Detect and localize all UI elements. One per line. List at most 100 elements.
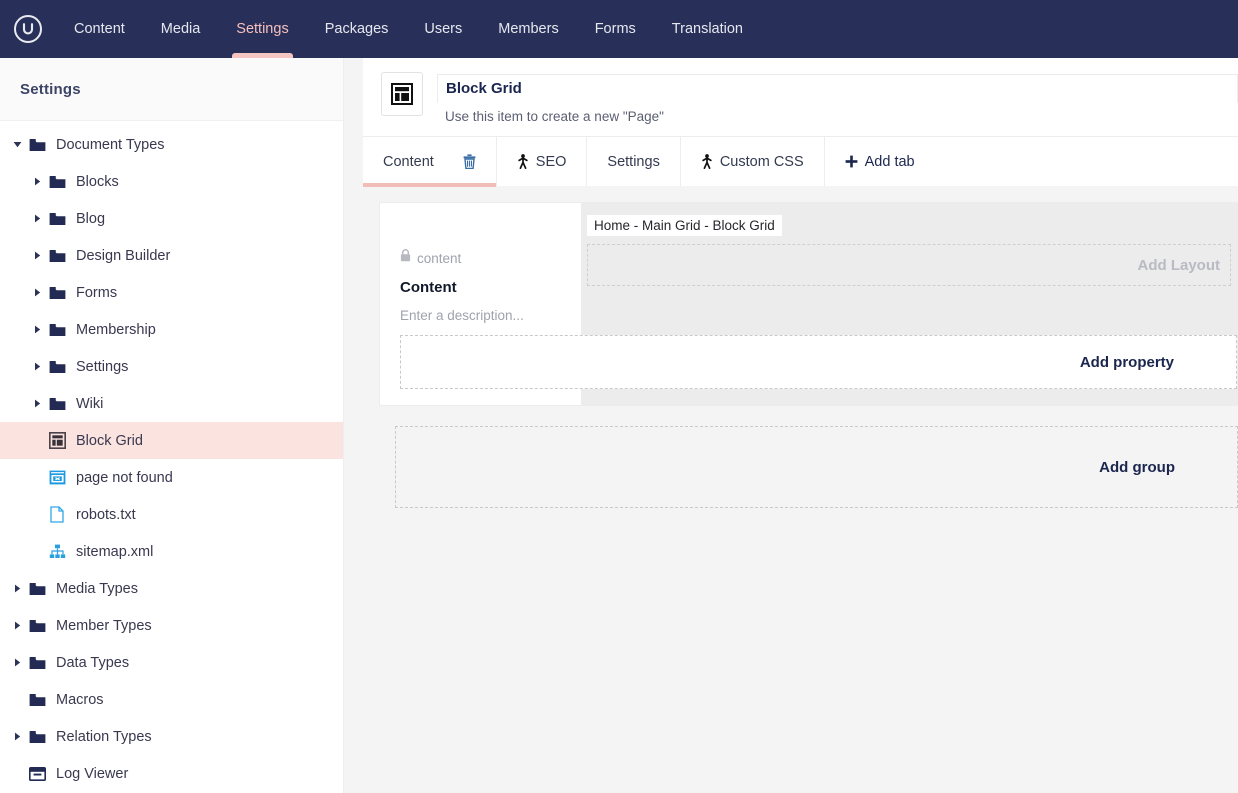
browser-window-error-icon: [44, 470, 70, 485]
nav-item-label: Translation: [671, 21, 743, 37]
tab-label: Add tab: [864, 153, 915, 170]
property-item-chip[interactable]: Home - Main Grid - Block Grid: [587, 215, 782, 236]
folder-icon: [44, 286, 70, 300]
group-alias: content: [417, 250, 462, 266]
chevron-right-icon[interactable]: [10, 644, 24, 681]
document-type-meta: Block Grid Use this item to create a new…: [437, 72, 1238, 124]
nav-item-members[interactable]: Members: [480, 0, 576, 58]
tab-label: Custom CSS: [719, 153, 804, 170]
nav-item-media[interactable]: Media: [143, 0, 219, 58]
nav-item-translation[interactable]: Translation: [654, 0, 761, 58]
log-viewer-icon: [24, 766, 50, 781]
tree-item-settings[interactable]: Settings: [0, 348, 343, 385]
layout-grid-icon[interactable]: [381, 72, 423, 116]
document-type-name-field[interactable]: Block Grid: [437, 74, 1238, 103]
folder-icon: [44, 360, 70, 374]
add-layout-dropzone[interactable]: Add Layout: [587, 244, 1231, 286]
tree-item-media-types[interactable]: Media Types: [0, 570, 343, 607]
chevron-right-icon[interactable]: [30, 348, 44, 385]
inherited-icon: [701, 154, 713, 169]
nav-item-label: Content: [74, 21, 125, 37]
delete-tab-icon[interactable]: [463, 154, 476, 169]
chevron-right-icon[interactable]: [30, 237, 44, 274]
inherited-icon: [517, 154, 529, 169]
tree-item-design-builder[interactable]: Design Builder: [0, 237, 343, 274]
umbraco-logo-button[interactable]: [0, 0, 56, 58]
folder-icon: [44, 397, 70, 411]
tree-item-blocks[interactable]: Blocks: [0, 163, 343, 200]
tree-item-page-not-found[interactable]: page not found: [0, 459, 343, 496]
add-layout-label: Add Layout: [1137, 256, 1221, 274]
chevron-right-icon[interactable]: [10, 570, 24, 607]
add-property-button[interactable]: Add property: [400, 335, 1237, 389]
sitemap-icon: [44, 544, 70, 559]
tab-label: SEO: [535, 153, 567, 170]
tree-item-sitemap-xml[interactable]: sitemap.xml: [0, 533, 343, 570]
folder-icon: [24, 730, 50, 744]
chevron-down-icon[interactable]: [10, 126, 24, 163]
tree-item-document-types[interactable]: Document Types: [0, 126, 343, 163]
add-tab-button[interactable]: Add tab: [825, 137, 935, 186]
nav-item-packages[interactable]: Packages: [307, 0, 407, 58]
tree-item-blog[interactable]: Blog: [0, 200, 343, 237]
nav-item-label: Packages: [324, 21, 389, 37]
top-navigation: Content Media Settings Packages Users Me…: [0, 0, 1238, 64]
chevron-right-icon[interactable]: [10, 718, 24, 755]
chevron-right-icon[interactable]: [30, 385, 44, 422]
tree-item-member-types[interactable]: Member Types: [0, 607, 343, 644]
tree-item-data-types[interactable]: Data Types: [0, 644, 343, 681]
document-type-header: Block Grid Use this item to create a new…: [363, 58, 1238, 136]
chevron-right-icon[interactable]: [10, 607, 24, 644]
tree-item-relation-types[interactable]: Relation Types: [0, 718, 343, 755]
tree-item-macros[interactable]: Macros: [0, 681, 343, 718]
tree-item-wiki[interactable]: Wiki: [0, 385, 343, 422]
folder-icon: [24, 619, 50, 633]
tree-item-robots-txt[interactable]: robots.txt: [0, 496, 343, 533]
tree-item-log-viewer[interactable]: Log Viewer: [0, 755, 343, 792]
tab-content[interactable]: Content: [363, 137, 497, 187]
lock-icon: [400, 249, 411, 267]
umbraco-logo-icon: [14, 15, 42, 43]
tree-item-label: Log Viewer: [56, 765, 129, 782]
tree-item-label: Settings: [76, 358, 129, 375]
tab-settings[interactable]: Settings: [587, 137, 681, 186]
document-type-description[interactable]: Use this item to create a new "Page": [437, 103, 1238, 124]
chevron-right-icon[interactable]: [30, 200, 44, 237]
tab-seo[interactable]: SEO: [497, 137, 588, 186]
tree-item-label: Forms: [76, 284, 118, 301]
layout-grid-icon: [44, 432, 70, 449]
chevron-right-icon[interactable]: [30, 311, 44, 348]
editor-tabs: Content SEO Settings Custom CSS Add tab: [363, 136, 1238, 187]
add-group-button[interactable]: Add group: [395, 426, 1238, 508]
tree-item-block-grid[interactable]: Block Grid: [0, 422, 343, 459]
tree-item-membership[interactable]: Membership: [0, 311, 343, 348]
plus-icon: [845, 155, 858, 168]
tree-item-label: Wiki: [76, 395, 104, 412]
folder-icon: [24, 582, 50, 596]
tree-item-label: page not found: [76, 469, 173, 486]
folder-icon: [44, 249, 70, 263]
top-nav-items: Content Media Settings Packages Users Me…: [56, 0, 761, 64]
tree-item-label: Blocks: [76, 173, 119, 190]
tree-item-label: Relation Types: [56, 728, 152, 745]
group-description-field[interactable]: Enter a description...: [400, 308, 581, 323]
tab-custom-css[interactable]: Custom CSS: [681, 137, 825, 186]
tree-item-label: Document Types: [56, 136, 165, 153]
tree-item-forms[interactable]: Forms: [0, 274, 343, 311]
tree-item-label: Data Types: [56, 654, 130, 671]
tree-item-label: Block Grid: [76, 432, 143, 449]
umbraco-backoffice: Content Media Settings Packages Users Me…: [0, 0, 1238, 793]
group-name-field[interactable]: Content: [400, 279, 581, 296]
nav-item-forms[interactable]: Forms: [577, 0, 654, 58]
settings-sidebar: Settings Document Types Blocks Blog Design …: [0, 58, 344, 793]
nav-item-users[interactable]: Users: [406, 0, 480, 58]
folder-icon: [44, 175, 70, 189]
chevron-right-icon[interactable]: [30, 274, 44, 311]
tree-item-label: sitemap.xml: [76, 543, 154, 560]
nav-item-settings[interactable]: Settings: [218, 0, 306, 64]
add-property-label: Add property: [1079, 353, 1174, 371]
group-alias-row: content: [400, 249, 581, 267]
chevron-right-icon[interactable]: [30, 163, 44, 200]
nav-item-content[interactable]: Content: [56, 0, 143, 58]
nav-item-label: Forms: [594, 21, 636, 37]
